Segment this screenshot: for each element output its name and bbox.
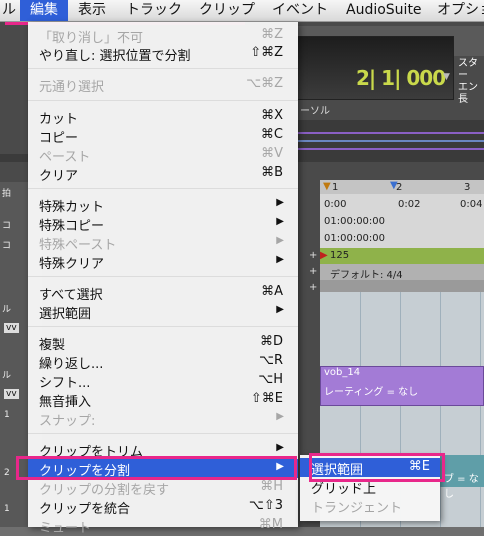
submenu-item-at-transients: トランジェント: [311, 501, 403, 516]
annotation-box-menu-item: [16, 456, 297, 480]
add-tempo-icon[interactable]: +: [309, 250, 317, 261]
side-label-2: コ: [2, 221, 12, 231]
menu-item-clear[interactable]: クリア ⌘B: [28, 164, 298, 184]
submenu-arrow-icon: ▶: [276, 442, 284, 453]
side-label-4: ル: [2, 305, 12, 315]
time-label-3: 0:04: [460, 199, 483, 210]
menu-view[interactable]: 表示: [78, 0, 106, 21]
menu-item-snap: スナップ: ▶: [39, 411, 284, 429]
menu-item-heal-separation: クリップの分割を戻す ⌘H: [39, 479, 283, 498]
add-marker-icon[interactable]: +: [309, 282, 317, 293]
annotation-box-submenu-item: [309, 453, 445, 482]
side-button-1[interactable]: vv: [4, 323, 19, 333]
menu-bar: ル 編集 表示 トラック クリップ イベント AudioSuite オプショ: [0, 0, 484, 22]
submenu-arrow-icon: ▶: [276, 254, 284, 265]
submenu-arrow-icon: ▶: [276, 235, 284, 246]
marker-ruler[interactable]: [320, 280, 484, 292]
menu-item-special-paste: 特殊ペースト ▶: [39, 235, 284, 253]
menu-item-undo: 「取り消し」不可 ⌘Z: [39, 27, 283, 46]
clip-rating-2: ブ = なし: [444, 474, 479, 500]
menu-item-shift[interactable]: シフト... ⌥H: [28, 371, 298, 391]
tempo-value: 125: [330, 250, 350, 261]
side-label-5: ル: [2, 371, 12, 381]
clip-name: vob_14: [324, 367, 361, 378]
menu-edit[interactable]: 編集: [20, 0, 68, 21]
main-counter[interactable]: 2| 1| 000: [356, 66, 446, 90]
side-label-8: 1: [4, 504, 10, 514]
menu-options[interactable]: オプショ: [437, 0, 484, 21]
menu-item-selection[interactable]: 選択範囲 ▶: [28, 302, 298, 322]
menu-item-copy[interactable]: コピー ⌘C: [28, 126, 298, 146]
tempo-ruler[interactable]: ▶ 125: [320, 248, 484, 264]
counter-dropdown-icon[interactable]: ▼: [443, 72, 450, 82]
menu-audiosuite[interactable]: AudioSuite: [346, 0, 422, 21]
bar-label-1: 1: [332, 182, 339, 193]
menu-item-redo[interactable]: やり直し: 選択位置で分割 ⇧⌘Z: [28, 44, 298, 64]
bar-label-3: 3: [464, 182, 471, 193]
side-label-1: 拍: [2, 189, 12, 199]
timecode-label-1: 01:00:00:00: [324, 216, 386, 227]
submenu-arrow-icon: ▶: [276, 197, 284, 208]
menu-item-special-copy[interactable]: 特殊コピー ▶: [28, 214, 298, 234]
time-label-1: 0:00: [324, 199, 347, 210]
start-label: スター: [458, 58, 478, 81]
menu-item-special-cut[interactable]: 特殊カット ▶: [28, 195, 298, 215]
side-label-6: 1: [4, 410, 10, 420]
menu-clip[interactable]: クリップ: [199, 0, 255, 21]
submenu-arrow-icon: ▶: [276, 304, 284, 315]
menu-item-consolidate-clip[interactable]: クリップを統合 ⌥⇧3: [28, 497, 298, 517]
end-label: エン: [458, 82, 478, 93]
timecode-label-2: 01:00:00:00: [324, 233, 386, 244]
meter-ruler[interactable]: デフォルト: 4/4: [320, 264, 484, 281]
bar-label-2: 2: [396, 182, 403, 193]
menu-item-duplicate[interactable]: 複製 ⌘D: [28, 333, 298, 353]
submenu-arrow-icon: ▶: [276, 411, 284, 422]
menu-item-repeat[interactable]: 繰り返し... ⌥R: [28, 352, 298, 372]
menu-item-mute: ミュート ⌘M: [39, 517, 283, 536]
clip-rating: レーティング = なし: [324, 387, 419, 398]
time-label-2: 0:02: [398, 199, 421, 210]
menu-track[interactable]: トラック: [126, 0, 182, 21]
side-label-7: 2: [4, 468, 10, 478]
meter-value: デフォルト: 4/4: [330, 270, 403, 281]
menu-item-insert-silence[interactable]: 無音挿入 ⇧⌘E: [28, 390, 298, 410]
submenu-arrow-icon: ▶: [276, 216, 284, 227]
menu-item-select-all[interactable]: すべて選択 ⌘A: [28, 283, 298, 303]
side-label-3: コ: [2, 241, 12, 251]
side-button-2[interactable]: vv: [4, 389, 19, 399]
menu-item-restore-selection: 元通り選択 ⌥⌘Z: [39, 76, 283, 95]
menu-event[interactable]: イベント: [272, 0, 328, 21]
add-meter-icon[interactable]: +: [309, 266, 317, 277]
length-label: 長: [458, 94, 468, 105]
selection-labels: スター エン 長: [458, 58, 484, 106]
menu-item-paste: ペースト ⌘V: [39, 146, 283, 165]
overview-strip: [296, 120, 484, 160]
menu-partial[interactable]: ル: [0, 0, 18, 21]
menu-item-special-clear[interactable]: 特殊クリア ▶: [28, 252, 298, 272]
menu-item-cut[interactable]: カット ⌘X: [28, 107, 298, 127]
edit-menu: 「取り消し」不可 ⌘Z やり直し: 選択位置で分割 ⇧⌘Z 元通り選択 ⌥⌘Z カット…: [28, 22, 298, 536]
cursor-label: ーソル: [300, 106, 330, 117]
